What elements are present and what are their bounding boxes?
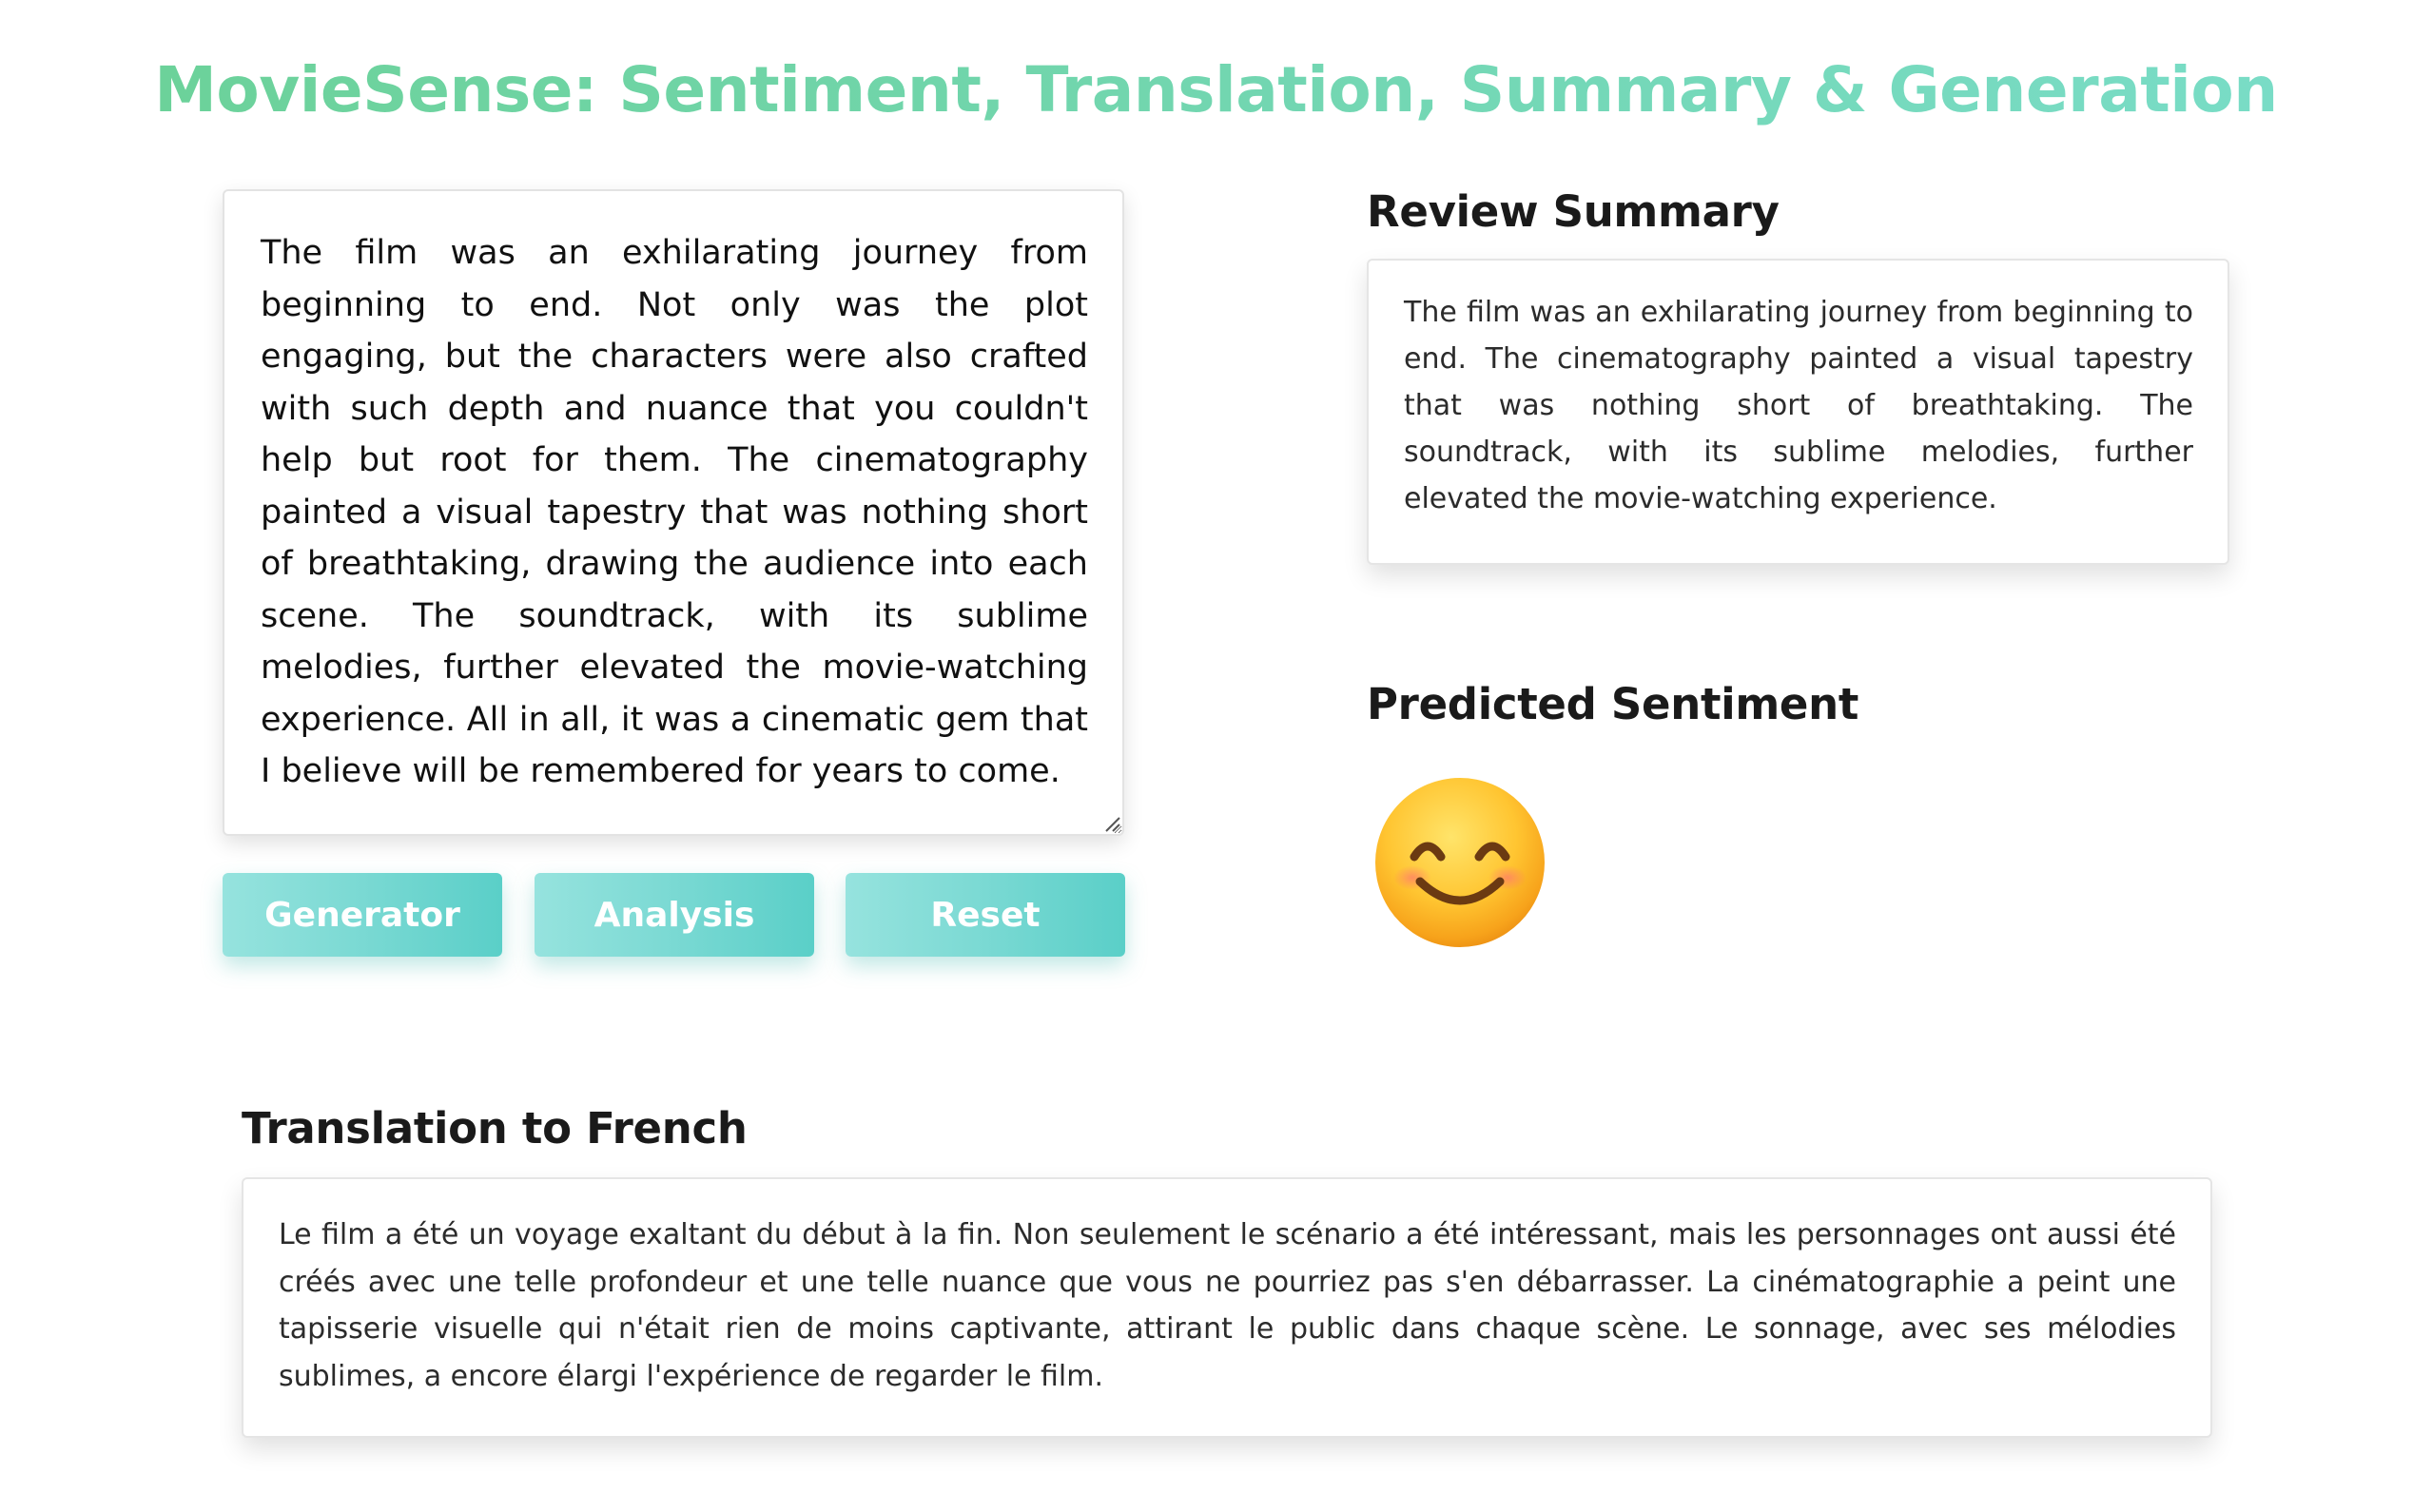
summary-text: The film was an exhilarating journey fro…: [1404, 296, 2193, 515]
translation-heading: Translation to French: [242, 1103, 748, 1153]
review-input[interactable]: The film was an exhilarating journey fro…: [223, 189, 1124, 836]
translation-card: Le film a été un voyage exaltant du débu…: [242, 1177, 2212, 1438]
page-title: MovieSense: Sentiment, Translation, Summ…: [154, 53, 2278, 126]
translation-text: Le film a été un voyage exaltant du débu…: [279, 1218, 2176, 1393]
analysis-button[interactable]: Analysis: [535, 873, 814, 957]
sentiment-heading: Predicted Sentiment: [1367, 679, 1859, 729]
reset-button[interactable]: Reset: [846, 873, 1125, 957]
generator-button[interactable]: Generator: [223, 873, 502, 957]
summary-card: The film was an exhilarating journey fro…: [1367, 259, 2229, 565]
summary-heading: Review Summary: [1367, 186, 1780, 237]
resize-grip-icon[interactable]: [1103, 815, 1120, 832]
smiling-face-icon: [1372, 775, 1547, 950]
